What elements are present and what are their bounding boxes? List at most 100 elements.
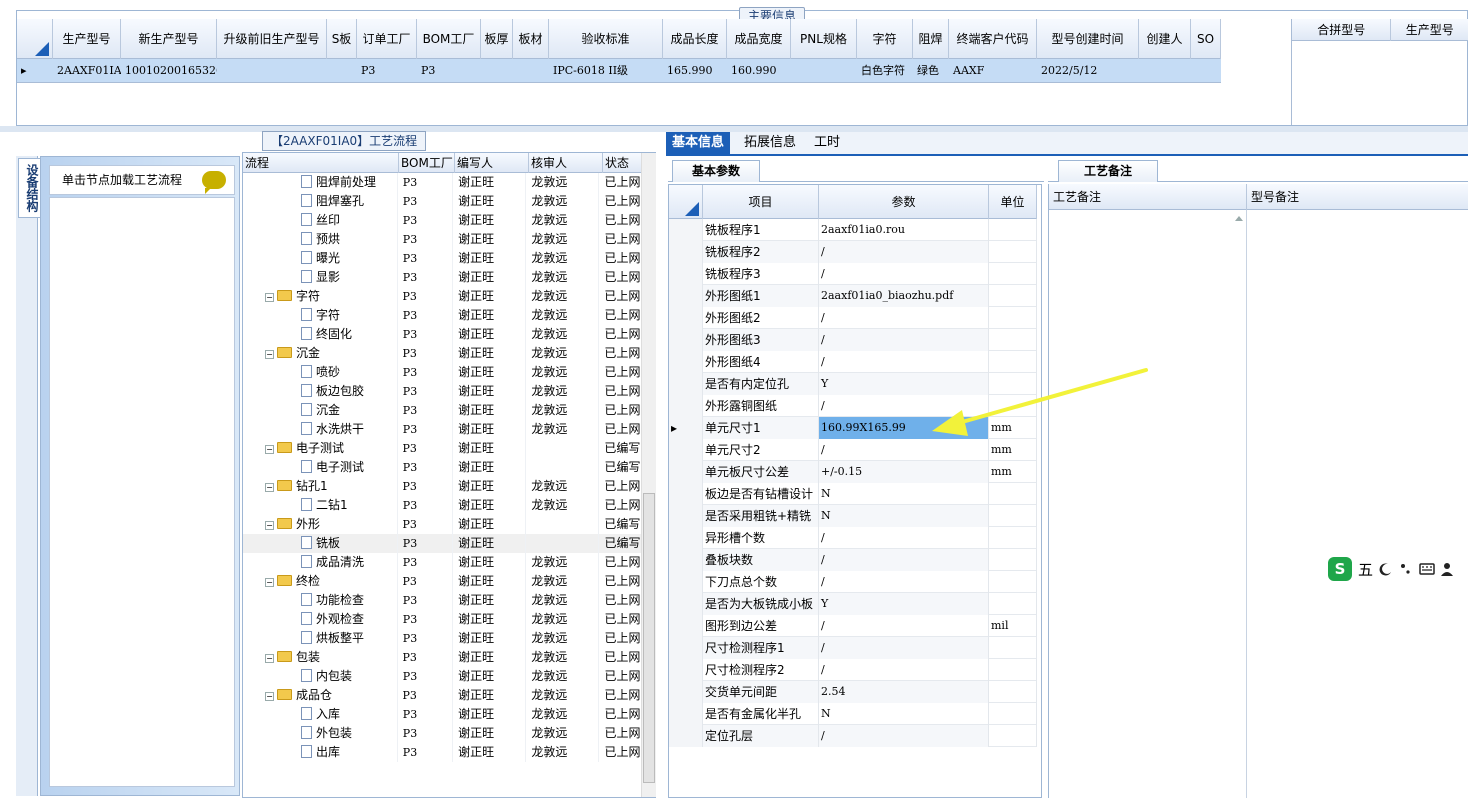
flow-row[interactable]: 成品清洗 P3 谢正旺 龙敦远 已上网 bbox=[243, 553, 644, 572]
main-cell[interactable] bbox=[1191, 59, 1221, 83]
flow-row[interactable]: 电子测试 P3 谢正旺 已编写 bbox=[243, 458, 644, 477]
flow-row[interactable]: 喷砂 P3 谢正旺 龙敦远 已上网 bbox=[243, 363, 644, 382]
flow-row[interactable]: − 电子测试 P3 谢正旺 已编写 bbox=[243, 439, 643, 458]
tab-extended-info[interactable]: 拓展信息 bbox=[738, 132, 802, 154]
keyboard-icon[interactable] bbox=[1419, 563, 1435, 575]
flow-row[interactable]: 入库 P3 谢正旺 龙敦远 已上网 bbox=[243, 705, 644, 724]
main-col-header[interactable]: PNL规格 bbox=[791, 19, 857, 59]
collapse-icon[interactable]: − bbox=[265, 654, 274, 663]
param-value[interactable]: / bbox=[819, 241, 989, 263]
main-cell[interactable]: 2AAXF01IA0 bbox=[53, 59, 121, 83]
flow-node[interactable]: − 终检 bbox=[243, 572, 398, 591]
flow-node[interactable]: 阻焊塞孔 bbox=[243, 192, 398, 211]
param-value[interactable]: Y bbox=[819, 373, 989, 395]
param-value[interactable]: / bbox=[819, 549, 989, 571]
flow-node[interactable]: 显影 bbox=[243, 268, 398, 287]
scrollbar-thumb[interactable] bbox=[643, 493, 655, 783]
flow-row[interactable]: 铣板 P3 谢正旺 已编写 bbox=[243, 534, 644, 553]
main-cell[interactable]: 10010200165326 bbox=[121, 59, 217, 83]
param-row[interactable]: 是否采用粗铣+精铣 N bbox=[669, 505, 1037, 527]
collapse-icon[interactable]: − bbox=[265, 445, 274, 454]
param-value[interactable]: / bbox=[819, 637, 989, 659]
collapse-icon[interactable]: − bbox=[265, 578, 274, 587]
flow-row[interactable]: 烘板整平 P3 谢正旺 龙敦远 已上网 bbox=[243, 629, 644, 648]
param-value[interactable]: N bbox=[819, 505, 989, 527]
param-row[interactable]: 尺寸检测程序2/ bbox=[669, 659, 1037, 681]
collapse-icon[interactable]: − bbox=[265, 692, 274, 701]
flow-row[interactable]: 显影 P3 谢正旺 龙敦远 已上网 bbox=[243, 268, 644, 287]
flow-node[interactable]: − 外形 bbox=[243, 515, 398, 534]
param-value[interactable]: N bbox=[819, 703, 989, 725]
param-row[interactable]: 铣板程序2/ bbox=[669, 241, 1037, 263]
param-row[interactable]: 图形到边公差 / mil bbox=[669, 615, 1037, 637]
param-value[interactable]: / bbox=[819, 329, 989, 351]
flow-col-header[interactable]: BOM工厂 bbox=[399, 153, 455, 173]
flow-col-header[interactable]: 流程 bbox=[243, 153, 399, 173]
param-row[interactable]: 定位孔层 / bbox=[669, 725, 1037, 747]
device-tree[interactable] bbox=[49, 197, 235, 787]
flow-node[interactable]: 沉金 bbox=[243, 401, 398, 420]
param-row[interactable]: 下刀点总个数 / bbox=[669, 571, 1037, 593]
param-value[interactable]: / bbox=[819, 395, 989, 417]
flow-row[interactable]: 二钻1 P3 谢正旺 龙敦远 已上网 bbox=[243, 496, 644, 515]
collapse-icon[interactable]: − bbox=[265, 521, 274, 530]
flow-col-header[interactable]: 编写人 bbox=[455, 153, 529, 173]
flow-node[interactable]: 入库 bbox=[243, 705, 398, 724]
param-value[interactable]: / bbox=[819, 263, 989, 285]
flow-node[interactable]: 铣板 bbox=[243, 534, 398, 553]
main-cell[interactable]: P3 bbox=[417, 59, 481, 83]
main-cell[interactable]: P3 bbox=[357, 59, 417, 83]
flow-row[interactable]: 预烘 P3 谢正旺 龙敦远 已上网 bbox=[243, 230, 644, 249]
flow-node[interactable]: − 电子测试 bbox=[243, 439, 398, 458]
merge-col-header[interactable]: 合拼型号 bbox=[1292, 19, 1392, 41]
flow-row[interactable]: − 包装 P3 谢正旺 龙敦远 已上网 bbox=[243, 648, 643, 667]
flow-node[interactable]: 预烘 bbox=[243, 230, 398, 249]
flow-node[interactable]: − 包装 bbox=[243, 648, 398, 667]
flow-row[interactable]: 外观检查 P3 谢正旺 龙敦远 已上网 bbox=[243, 610, 644, 629]
param-row[interactable]: 交货单元间距 2.54 bbox=[669, 681, 1037, 703]
main-col-header[interactable]: 订单工厂 bbox=[357, 19, 417, 59]
params-col-header[interactable]: 单位 bbox=[989, 185, 1037, 219]
flow-node[interactable]: 成品清洗 bbox=[243, 553, 398, 572]
main-col-header[interactable]: 字符 bbox=[857, 19, 913, 59]
param-value[interactable]: +/-0.15 bbox=[819, 461, 989, 483]
param-row[interactable]: 是否有内定位孔 Y bbox=[669, 373, 1037, 395]
punctuation-icon[interactable] bbox=[1399, 562, 1413, 576]
param-value[interactable]: 2aaxf01ia0_biaozhu.pdf bbox=[819, 285, 989, 307]
process-notes-area[interactable] bbox=[1049, 210, 1247, 798]
main-col-header[interactable]: SO bbox=[1191, 19, 1221, 59]
flow-row[interactable]: − 外形 P3 谢正旺 已编写 bbox=[243, 515, 643, 534]
main-cell[interactable] bbox=[327, 59, 357, 83]
param-value[interactable]: / bbox=[819, 725, 989, 747]
flow-node[interactable]: 二钻1 bbox=[243, 496, 398, 515]
main-cell[interactable]: 160.990 bbox=[727, 59, 791, 83]
main-col-header[interactable]: 升级前旧生产型号 bbox=[217, 19, 327, 59]
param-value[interactable]: / bbox=[819, 571, 989, 593]
param-row[interactable]: 单元尺寸2/mm bbox=[669, 439, 1037, 461]
param-row[interactable]: 单元板尺寸公差 +/-0.15 mm bbox=[669, 461, 1037, 483]
main-cell[interactable] bbox=[791, 59, 857, 83]
flow-node[interactable]: 板边包胶 bbox=[243, 382, 398, 401]
param-row[interactable]: 异形槽个数 / bbox=[669, 527, 1037, 549]
main-cell[interactable] bbox=[217, 59, 327, 83]
flow-row[interactable]: − 沉金 P3 谢正旺 龙敦远 已上网 bbox=[243, 344, 643, 363]
flow-node[interactable]: − 沉金 bbox=[243, 344, 398, 363]
param-row[interactable]: 板边是否有钻槽设计 N bbox=[669, 483, 1037, 505]
main-cell[interactable] bbox=[513, 59, 549, 83]
ime-logo[interactable]: S bbox=[1328, 557, 1352, 581]
flow-row[interactable]: 内包装 P3 谢正旺 龙敦远 已上网 bbox=[243, 667, 644, 686]
param-row[interactable]: 外形图纸1 2aaxf01ia0_biaozhu.pdf bbox=[669, 285, 1037, 307]
param-row[interactable]: 铣板程序1 2aaxf01ia0.rou bbox=[669, 219, 1037, 241]
main-cell[interactable]: 绿色 bbox=[913, 59, 949, 83]
main-col-header[interactable]: BOM工厂 bbox=[417, 19, 481, 59]
flow-node[interactable]: 水洗烘干 bbox=[243, 420, 398, 439]
param-value[interactable]: / bbox=[819, 615, 989, 637]
main-col-header[interactable]: S板 bbox=[327, 19, 357, 59]
param-value[interactable]: 2aaxf01ia0.rou bbox=[819, 219, 989, 241]
tab-process-notes[interactable]: 工艺备注 bbox=[1058, 160, 1158, 182]
flow-node[interactable]: 出库 bbox=[243, 743, 398, 762]
collapse-icon[interactable]: − bbox=[265, 350, 274, 359]
flow-node[interactable]: − 成品仓 bbox=[243, 686, 398, 705]
flow-row[interactable]: − 成品仓 P3 谢正旺 龙敦远 已上网 bbox=[243, 686, 643, 705]
param-row[interactable]: 是否为大板铣成小板 Y bbox=[669, 593, 1037, 615]
